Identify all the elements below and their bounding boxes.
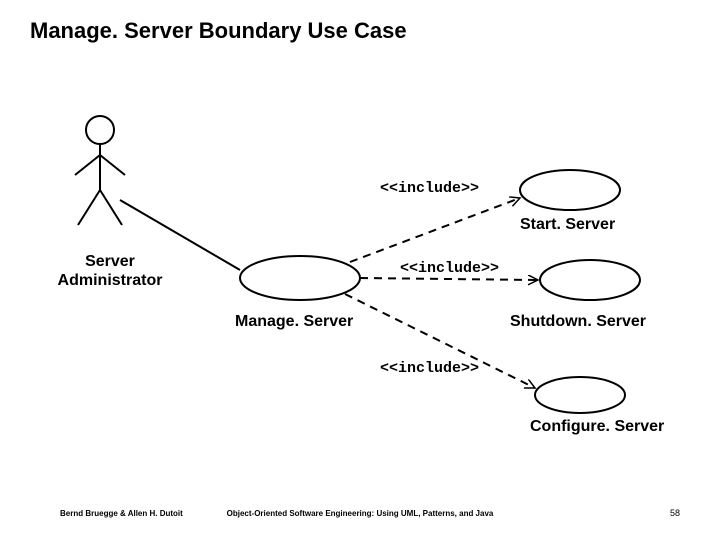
actor-icon: [75, 116, 125, 225]
usecase-shutdown: [540, 260, 640, 300]
usecase-configure-label: Configure. Server: [530, 418, 664, 436]
include-label-1: <<include>>: [380, 180, 479, 197]
footer-book-title: Object-Oriented Software Engineering: Us…: [0, 509, 720, 518]
include-arrow-shutdown: [360, 278, 538, 280]
usecase-start-label: Start. Server: [520, 216, 615, 234]
usecase-start: [520, 170, 620, 210]
footer-page-number: 58: [670, 508, 680, 518]
include-label-2: <<include>>: [400, 260, 499, 277]
usecase-configure: [535, 377, 625, 413]
usecase-manage: [240, 256, 360, 300]
include-label-3: <<include>>: [380, 360, 479, 377]
include-arrow-start: [350, 198, 520, 262]
usecase-manage-label: Manage. Server: [235, 313, 353, 331]
actor-label: ServerAdministrator: [35, 252, 185, 290]
usecase-shutdown-label: Shutdown. Server: [510, 313, 646, 331]
